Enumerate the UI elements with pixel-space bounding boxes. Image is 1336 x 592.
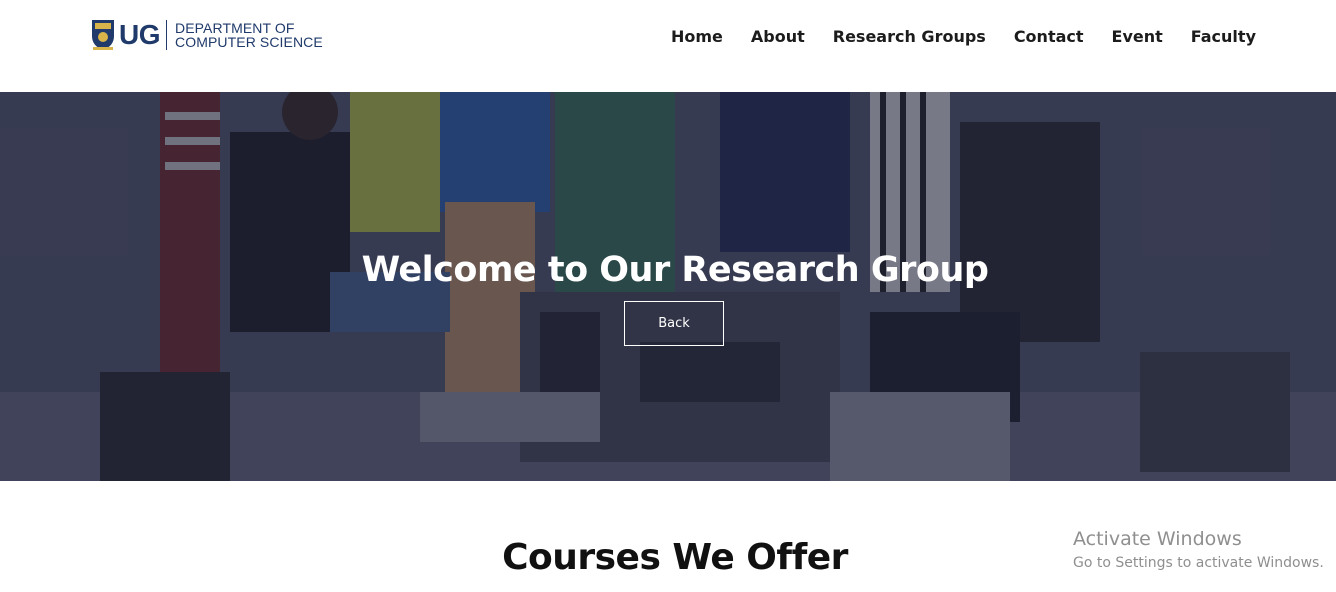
hero-banner: Welcome to Our Research Group Back xyxy=(0,92,1336,481)
university-crest-icon xyxy=(92,20,114,50)
logo-dept-line2: COMPUTER SCIENCE xyxy=(175,34,323,50)
nav-event[interactable]: Event xyxy=(1112,26,1163,48)
site-header: UG DEPARTMENT OF COMPUTER SCIENCE Home A… xyxy=(0,0,1336,92)
logo-department: DEPARTMENT OF COMPUTER SCIENCE xyxy=(175,21,323,49)
activate-windows-title: Activate Windows xyxy=(1073,528,1242,550)
nav-faculty[interactable]: Faculty xyxy=(1191,26,1256,48)
activate-windows-subtitle: Go to Settings to activate Windows. xyxy=(1073,555,1324,571)
nav-home[interactable]: Home xyxy=(671,26,723,48)
logo-divider xyxy=(166,20,167,50)
nav-about[interactable]: About xyxy=(751,26,805,48)
nav-research-groups[interactable]: Research Groups xyxy=(833,26,986,48)
ug-logo[interactable]: UG DEPARTMENT OF COMPUTER SCIENCE xyxy=(90,18,323,52)
activate-windows-watermark: Activate Windows Go to Settings to activ… xyxy=(1073,527,1324,573)
logo-ug-text: UG xyxy=(119,19,161,50)
hero-title: Welcome to Our Research Group xyxy=(361,250,989,290)
back-button[interactable]: Back xyxy=(624,301,724,346)
logo-dept-line1: DEPARTMENT OF xyxy=(175,20,295,36)
main-nav: Home About Research Groups Contact Event… xyxy=(643,26,1256,48)
nav-contact[interactable]: Contact xyxy=(1014,26,1084,48)
